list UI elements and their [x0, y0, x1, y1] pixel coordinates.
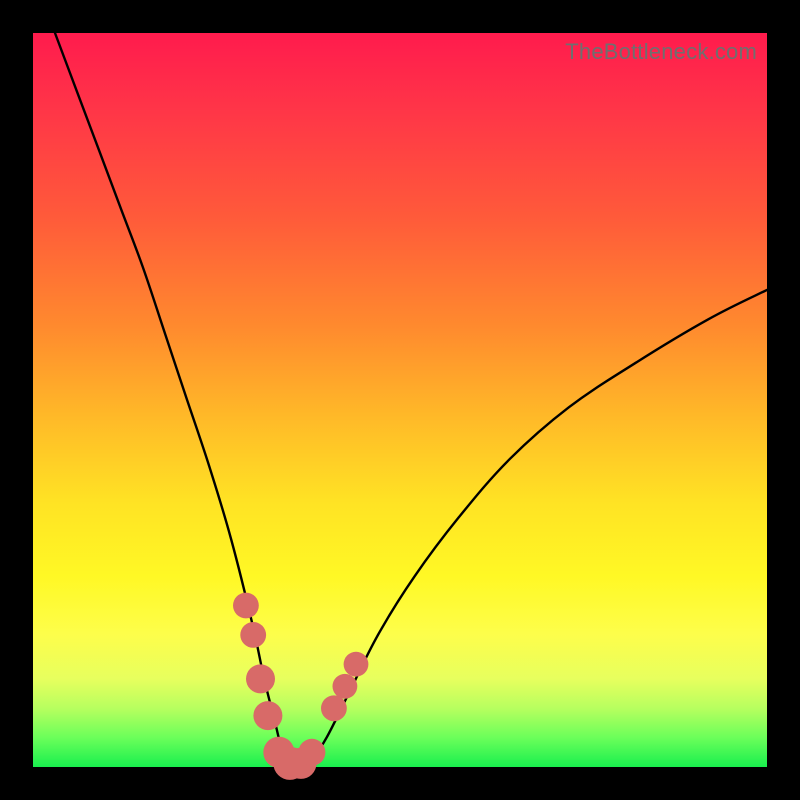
plot-area: TheBottleneck.com — [33, 33, 767, 767]
chart-frame: TheBottleneck.com — [0, 0, 800, 800]
curve-marker — [333, 674, 358, 699]
curve-marker — [240, 622, 266, 648]
curve-marker — [344, 652, 369, 677]
curve-marker — [246, 664, 275, 693]
bottleneck-curve-path — [55, 33, 767, 768]
curve-marker — [321, 695, 347, 721]
curve-markers — [233, 593, 368, 780]
curve-layer — [33, 33, 767, 767]
curve-marker — [298, 739, 325, 766]
curve-marker — [253, 701, 282, 730]
curve-marker — [233, 593, 259, 619]
